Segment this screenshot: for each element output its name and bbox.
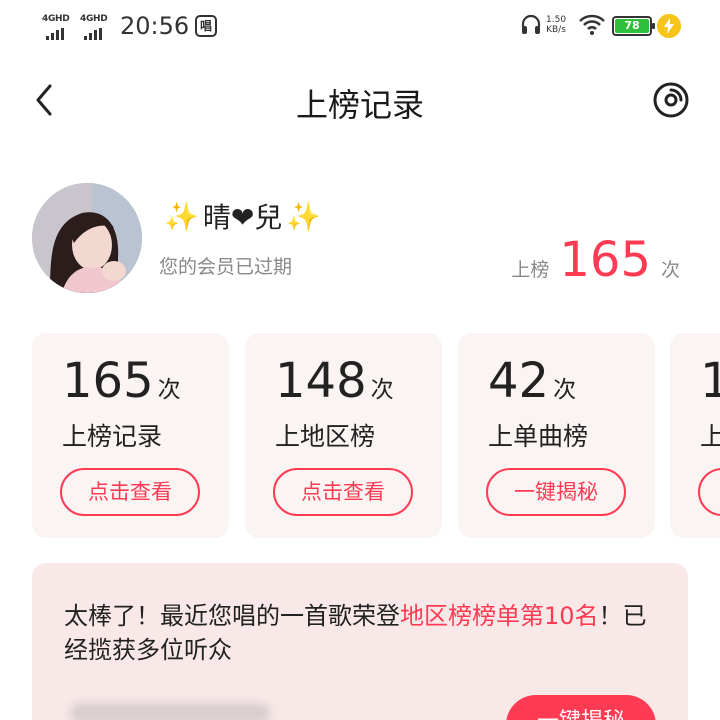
achievement-banner: 太棒了！最近您唱的一首歌荣登地区榜榜单第10名！已经揽获多位听众 一键揭秘 (32, 563, 688, 720)
stat-label: 上榜记录 (62, 422, 163, 451)
stat-count: 148 (275, 353, 367, 409)
banner-text: 太棒了！最近您唱的一首歌荣登 (64, 602, 400, 630)
username-text: 晴❤兒 (202, 201, 283, 234)
rank-summary-label: 上榜 (511, 259, 550, 281)
sim2-network-label: 4GHD (80, 14, 108, 24)
stat-count: 165 (62, 353, 154, 409)
sim1-network-label: 4GHD (42, 14, 70, 24)
banner-message: 太棒了！最近您唱的一首歌荣登地区榜榜单第10名！已经揽获多位听众 (64, 599, 664, 667)
membership-status: 您的会员已过期 (159, 256, 293, 278)
stat-card-single-chart: 42 次 上单曲榜 一键揭秘 (458, 333, 655, 538)
signal-sim1-icon: 4GHD (42, 14, 76, 40)
stat-unit: 次 (553, 377, 577, 403)
network-speed: 1.50 KB/s (546, 15, 567, 35)
stat-card-partial-button[interactable] (698, 468, 720, 516)
status-bar: 4GHD 4GHD 20:56 唱 1.50 KB/s 78 (0, 0, 720, 54)
stat-card-rank-records: 165 次 上榜记录 点击查看 (32, 333, 229, 538)
stat-label: 上 (700, 422, 720, 451)
sparkle-icon: ✨ (164, 199, 199, 233)
username: ✨ 晴❤兒 ✨ (162, 196, 323, 236)
stat-unit: 次 (370, 377, 394, 403)
stat-count: 42 (488, 353, 550, 409)
stat-count: 1 (700, 353, 720, 409)
stat-label: 上单曲榜 (488, 422, 589, 451)
app-notification-icon: 唱 (195, 15, 217, 37)
reveal-single-chart-button[interactable]: 一键揭秘 (486, 468, 626, 516)
status-time: 20:56 (120, 12, 190, 40)
stat-unit: 次 (157, 377, 181, 403)
reveal-button[interactable]: 一键揭秘 (506, 695, 656, 720)
avatar[interactable] (32, 183, 142, 293)
signal-sim2-icon: 4GHD (80, 14, 114, 40)
stat-label: 上地区榜 (275, 422, 376, 451)
sparkle-icon: ✨ (286, 199, 322, 233)
page-title: 上榜记录 (295, 86, 424, 124)
view-rank-records-button[interactable]: 点击查看 (60, 468, 200, 516)
charging-icon (657, 14, 681, 38)
battery-level: 78 (615, 19, 649, 33)
music-disc-icon[interactable] (652, 81, 690, 119)
headset-icon (521, 14, 541, 34)
stat-card-partial[interactable]: 1 上 (670, 333, 720, 538)
battery-icon: 78 (612, 16, 655, 36)
stat-card-regional-chart: 148 次 上地区榜 点击查看 (245, 333, 442, 538)
avatar-image (32, 183, 142, 293)
wifi-icon (579, 14, 605, 35)
rank-summary-unit: 次 (660, 259, 680, 281)
blurred-song-info (70, 703, 270, 720)
rank-summary-count: 165 (559, 232, 651, 288)
rank-summary: 上榜 165 次 (511, 232, 680, 288)
view-regional-chart-button[interactable]: 点击查看 (273, 468, 413, 516)
banner-highlight: 地区榜榜单第10名 (400, 602, 599, 630)
